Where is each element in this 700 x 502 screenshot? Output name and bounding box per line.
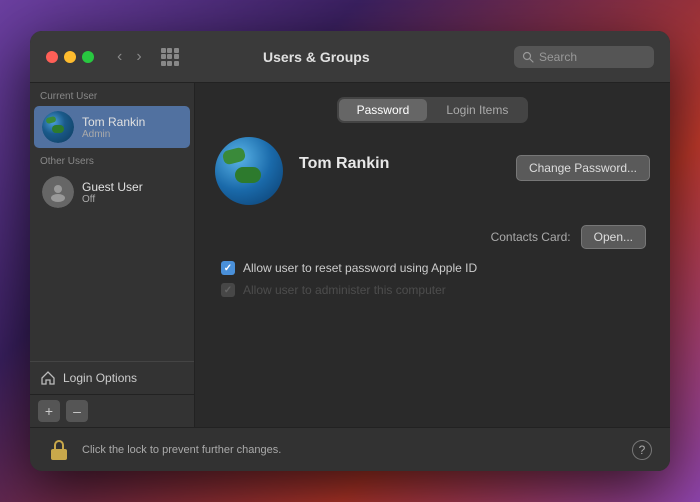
contacts-card-row: Contacts Card: Open...: [215, 225, 650, 249]
user-info: Tom Rankin Admin: [82, 115, 145, 140]
user-name: Tom Rankin: [82, 115, 145, 129]
change-password-button[interactable]: Change Password...: [516, 155, 650, 181]
user-avatar-earth: [42, 111, 74, 143]
main-user-name: Tom Rankin: [299, 155, 389, 173]
back-button[interactable]: ‹: [112, 46, 127, 68]
login-options-label: Login Options: [63, 371, 137, 385]
checkbox-admin: [221, 283, 235, 297]
search-input[interactable]: [539, 50, 639, 64]
lock-icon[interactable]: [48, 439, 70, 461]
maximize-button[interactable]: [82, 51, 94, 63]
close-button[interactable]: [46, 51, 58, 63]
bottom-bar: Click the lock to prevent further change…: [30, 427, 670, 471]
current-user-label: Current User: [30, 83, 194, 106]
traffic-lights: [46, 51, 94, 63]
user-role: Admin: [82, 129, 145, 140]
content-area: Current User Tom Rankin Admin Other User…: [30, 83, 670, 427]
checkbox-row-apple-id[interactable]: Allow user to reset password using Apple…: [215, 261, 650, 275]
main-user-avatar: [215, 137, 283, 205]
open-contacts-button[interactable]: Open...: [581, 225, 646, 249]
tab-bar: Password Login Items: [215, 97, 650, 123]
checkbox-apple-id[interactable]: [221, 261, 235, 275]
guest-avatar: [42, 176, 74, 208]
sidebar-item-login-options[interactable]: Login Options: [30, 361, 194, 394]
main-panel: Password Login Items Tom Rankin Change P…: [195, 83, 670, 427]
search-bar[interactable]: [514, 46, 654, 68]
remove-user-button[interactable]: –: [66, 400, 88, 422]
avatar: [42, 176, 74, 208]
avatar: [42, 111, 74, 143]
guest-name: Guest User: [82, 180, 143, 194]
tab-password[interactable]: Password: [339, 99, 428, 121]
tab-group: Password Login Items: [337, 97, 529, 123]
search-icon: [522, 51, 534, 63]
sidebar-item-current-user[interactable]: Tom Rankin Admin: [34, 106, 190, 148]
help-button[interactable]: ?: [632, 440, 652, 460]
user-detail: Tom Rankin Change Password...: [215, 137, 650, 205]
sidebar: Current User Tom Rankin Admin Other User…: [30, 83, 195, 427]
home-icon: [40, 370, 56, 386]
lock-body: [51, 449, 67, 460]
other-users-label: Other Users: [30, 148, 194, 171]
window-title: Users & Groups: [129, 49, 504, 65]
sidebar-footer: + –: [30, 394, 194, 427]
checkbox-row-admin: Allow user to administer this computer: [215, 283, 650, 297]
sidebar-item-guest-user[interactable]: Guest User Off: [34, 171, 190, 213]
lock-shackle: [54, 440, 64, 449]
checkbox-admin-label: Allow user to administer this computer: [243, 283, 446, 297]
guest-user-info: Guest User Off: [82, 180, 143, 205]
main-window: ‹ › Users & Groups Current User: [30, 31, 670, 471]
lock-text: Click the lock to prevent further change…: [82, 444, 620, 456]
contacts-card-label: Contacts Card:: [491, 230, 571, 244]
tab-login-items[interactable]: Login Items: [428, 99, 526, 121]
minimize-button[interactable]: [64, 51, 76, 63]
add-user-button[interactable]: +: [38, 400, 60, 422]
checkbox-apple-id-label: Allow user to reset password using Apple…: [243, 261, 477, 275]
titlebar: ‹ › Users & Groups: [30, 31, 670, 83]
guest-role: Off: [82, 194, 143, 205]
